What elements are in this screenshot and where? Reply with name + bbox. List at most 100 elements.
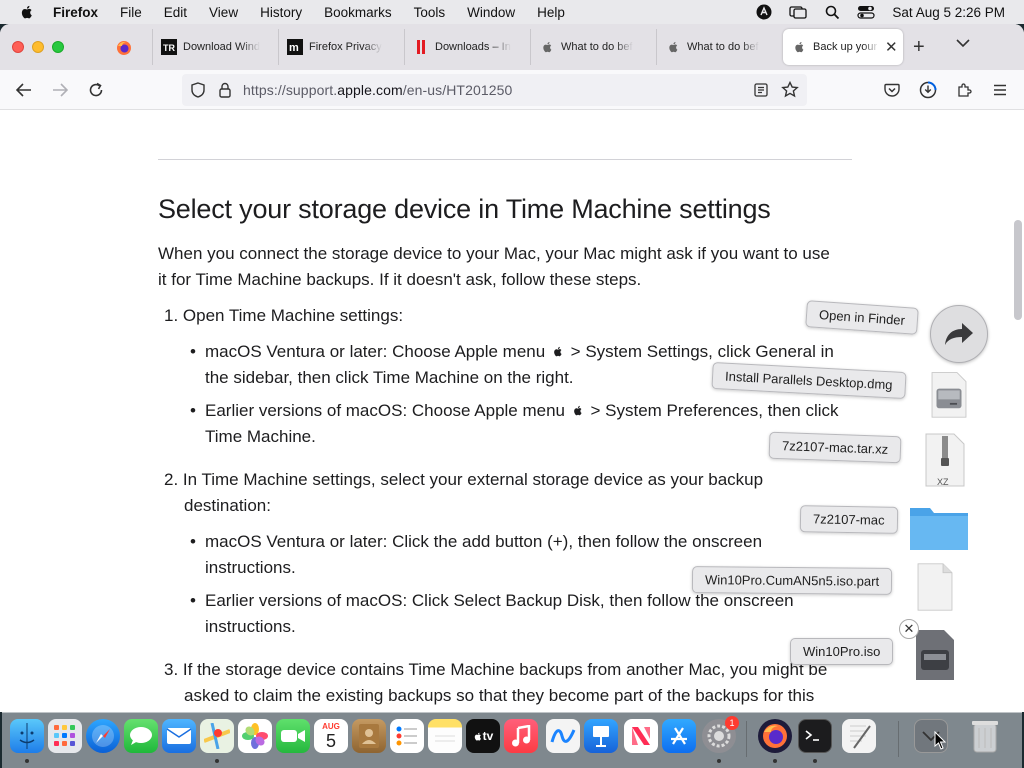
folder-icon[interactable] <box>908 498 970 554</box>
menu-tools[interactable]: Tools <box>414 5 446 20</box>
contacts-icon[interactable] <box>352 719 386 753</box>
bookmark-star-icon[interactable] <box>781 81 799 98</box>
disk-image-dmg-icon[interactable] <box>926 369 972 419</box>
menubar-clock[interactable]: Sat Aug 5 2:26 PM <box>892 5 1005 20</box>
reminders-icon[interactable] <box>390 719 424 753</box>
photos-icon[interactable] <box>238 719 272 753</box>
url-text[interactable]: https://support.apple.com/en-us/HT201250 <box>243 82 512 98</box>
stack-item-label[interactable]: 7z2107-mac.tar.xz <box>768 431 902 464</box>
apple-favicon-icon <box>665 39 681 55</box>
menu-file[interactable]: File <box>120 5 142 20</box>
step-2-line2: destination: <box>184 496 271 515</box>
tab-back-up-your-mac[interactable]: Back up your ✕ <box>783 29 903 65</box>
extensions-button[interactable] <box>954 80 974 100</box>
bullet-icon: • <box>190 532 196 551</box>
freeform-icon[interactable] <box>546 719 580 753</box>
menu-edit[interactable]: Edit <box>164 5 187 20</box>
messages-icon[interactable] <box>124 719 158 753</box>
app-menu-button[interactable] <box>990 80 1010 100</box>
tracking-protection-shield-icon[interactable] <box>191 82 205 98</box>
mail-icon[interactable] <box>162 719 196 753</box>
step1-bullet1-line2: the sidebar, then click Time Machine on … <box>205 368 574 387</box>
xz-archive-icon[interactable]: XZ <box>922 432 968 487</box>
menu-help[interactable]: Help <box>537 5 565 20</box>
notes-icon[interactable] <box>428 719 462 753</box>
menu-window[interactable]: Window <box>467 5 515 20</box>
remove-item-close-icon[interactable]: ✕ <box>899 619 919 639</box>
step-1: 1. Open Time Machine settings: <box>164 306 404 325</box>
news-icon[interactable] <box>624 719 658 753</box>
menu-app-name[interactable]: Firefox <box>53 5 98 20</box>
pinned-tab-firefox[interactable] <box>112 37 136 59</box>
screen-mirroring-icon[interactable] <box>788 4 808 20</box>
tab-what-to-do-2[interactable]: What to do bef <box>656 29 780 65</box>
list-all-tabs-chevron-icon[interactable] <box>956 38 970 48</box>
intro-line-1: When you connect the storage device to y… <box>158 244 830 263</box>
system-settings-icon[interactable]: 1 <box>702 716 739 753</box>
running-indicator <box>25 759 29 763</box>
reload-button[interactable] <box>86 80 106 100</box>
reload-icon <box>89 82 103 97</box>
firefox-icon[interactable] <box>758 719 792 753</box>
tab-downloads[interactable]: Downloads – In <box>404 29 528 65</box>
open-in-finder-button[interactable] <box>930 305 988 363</box>
running-indicator <box>773 759 777 763</box>
apple-menu-icon[interactable] <box>19 4 35 20</box>
apple-logo-icon <box>554 346 562 357</box>
terminal-icon[interactable] <box>798 719 832 753</box>
launchpad-icon[interactable] <box>48 719 82 753</box>
partial-file-icon[interactable] <box>912 562 958 612</box>
tab-title: What to do bef <box>687 41 759 53</box>
vpn-status-icon[interactable] <box>754 4 774 20</box>
puzzle-piece-icon <box>958 83 972 97</box>
maps-icon[interactable] <box>200 719 234 753</box>
tab-firefox-privacy[interactable]: m Firefox Privacy <box>278 29 402 65</box>
tab-download-windows[interactable]: TR Download Wind <box>152 29 276 65</box>
page-scrollbar[interactable] <box>1014 220 1022 320</box>
app-store-icon[interactable] <box>662 719 696 753</box>
menu-bookmarks[interactable]: Bookmarks <box>324 5 392 20</box>
forward-button[interactable] <box>50 80 70 100</box>
tab-title: Downloads – In <box>435 41 511 53</box>
downloads-button[interactable] <box>918 80 938 100</box>
step1-bullet2-line2: Time Machine. <box>205 427 316 446</box>
tab-what-to-do-1[interactable]: What to do bef <box>530 29 654 65</box>
menu-history[interactable]: History <box>260 5 302 20</box>
music-icon[interactable] <box>504 719 538 753</box>
secure-lock-icon[interactable] <box>219 82 231 98</box>
keynote-icon[interactable] <box>584 719 618 753</box>
trash-icon[interactable] <box>968 719 1002 753</box>
url-bar[interactable]: https://support.apple.com/en-us/HT201250 <box>182 74 807 106</box>
section-heading: Select your storage device in Time Machi… <box>158 194 771 224</box>
page-content: Select your storage device in Time Machi… <box>0 110 1024 712</box>
calendar-icon[interactable]: AUG 5 <box>314 719 348 753</box>
pocket-button[interactable] <box>882 80 902 100</box>
menu-view[interactable]: View <box>209 5 238 20</box>
pocket-icon <box>884 83 900 97</box>
textedit-icon[interactable] <box>842 719 876 753</box>
apple-tv-icon[interactable]: tv <box>466 719 500 753</box>
calendar-month: AUG <box>322 721 340 731</box>
step-3-line1: 3. If the storage device contains Time M… <box>164 660 828 679</box>
tab-title: Firefox Privacy <box>309 41 382 53</box>
zoom-window-button[interactable] <box>52 41 64 53</box>
stack-item-label[interactable]: 7z2107-mac <box>799 505 898 534</box>
stack-item-label[interactable]: Win10Pro.iso <box>790 638 894 665</box>
spotlight-search-icon[interactable] <box>822 4 842 20</box>
close-window-button[interactable] <box>12 41 24 53</box>
minimize-window-button[interactable] <box>32 41 44 53</box>
step1-bullet2-line1: Earlier versions of macOS: Choose Apple … <box>205 401 839 420</box>
reader-view-icon[interactable] <box>754 83 768 97</box>
back-button[interactable] <box>14 80 34 100</box>
tab-title: Download Wind <box>183 41 261 53</box>
finder-icon[interactable] <box>10 719 44 753</box>
step-2-line1: 2. In Time Machine settings, select your… <box>164 470 764 489</box>
section-divider <box>158 159 852 160</box>
new-tab-button[interactable]: + <box>913 36 925 59</box>
safari-icon[interactable] <box>86 719 120 753</box>
techrepublic-favicon-icon: TR <box>161 39 177 55</box>
close-tab-icon[interactable]: ✕ <box>885 38 898 56</box>
facetime-icon[interactable] <box>276 719 310 753</box>
stack-item-label[interactable]: Win10Pro.CumAN5n5.iso.part <box>691 566 893 595</box>
control-center-icon[interactable] <box>856 4 876 20</box>
